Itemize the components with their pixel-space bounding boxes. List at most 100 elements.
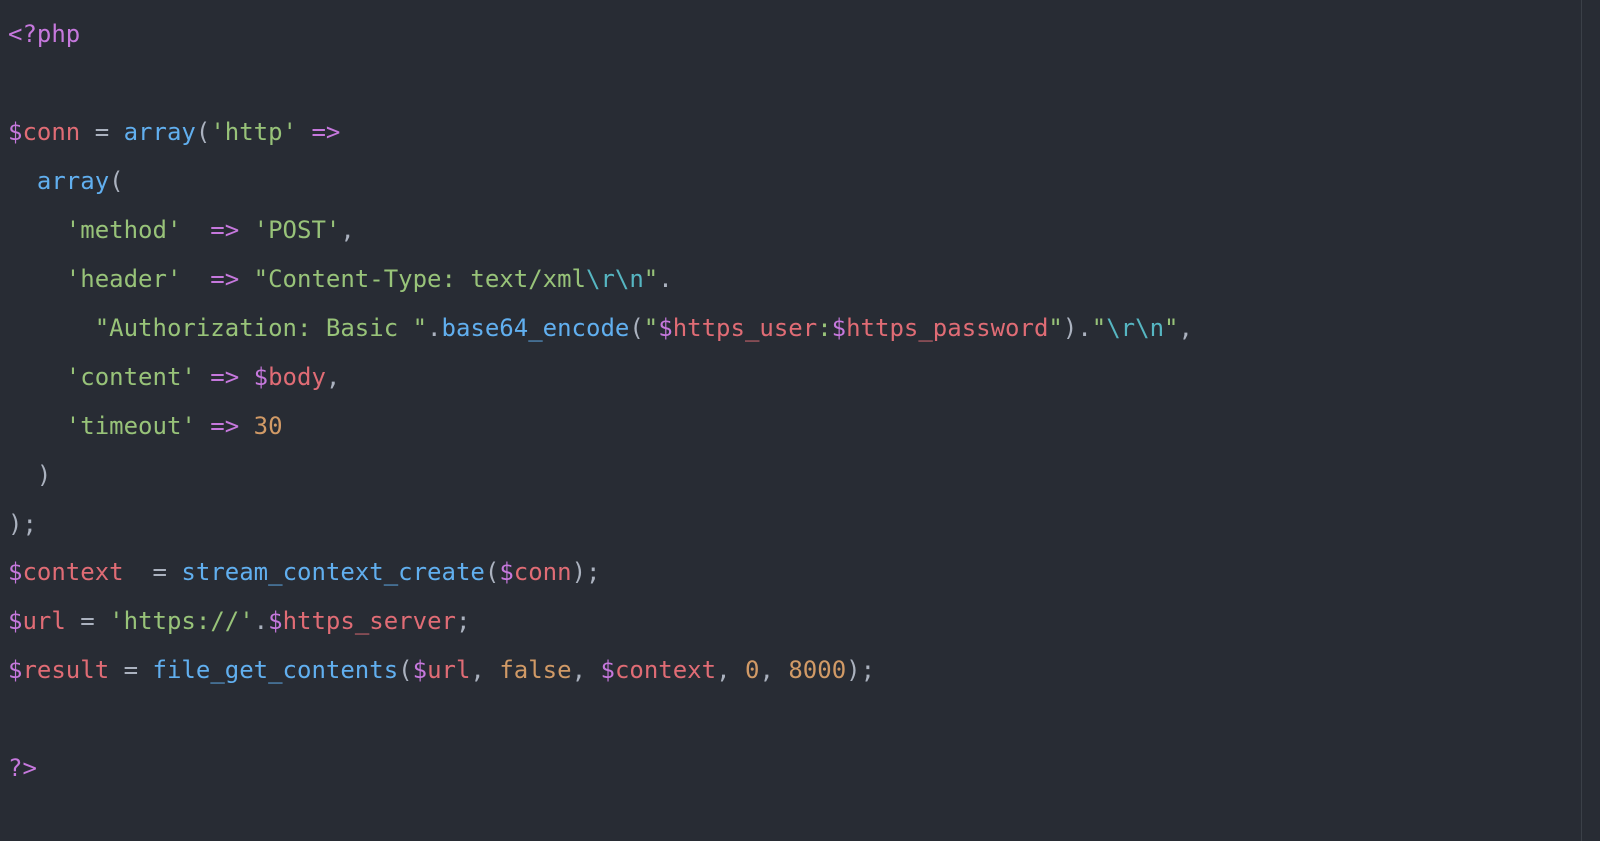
code-line: 'method' => 'POST', [8, 216, 355, 244]
variable: https_user [673, 314, 818, 342]
dollar-sign: $ [600, 656, 614, 684]
variable: conn [514, 558, 572, 586]
code-line: array( [8, 167, 124, 195]
function-call: file_get_contents [153, 656, 399, 684]
operator: = [80, 118, 123, 146]
code-line: ) [8, 461, 51, 489]
quote: " [1164, 314, 1178, 342]
code-line [8, 705, 22, 733]
comma: , [716, 656, 745, 684]
php-close-tag: ?> [8, 754, 37, 782]
variable: url [22, 607, 65, 635]
dollar-sign: $ [499, 558, 513, 586]
operator: = [66, 607, 109, 635]
paren: ); [846, 656, 875, 684]
arrow: => [210, 363, 239, 391]
string: 'https://' [109, 607, 254, 635]
dollar-sign: $ [832, 314, 846, 342]
code-line: $result = file_get_contents($url, false,… [8, 656, 875, 684]
paren: ) [1063, 314, 1077, 342]
indent [8, 216, 66, 244]
comma: , [470, 656, 499, 684]
indent [8, 314, 95, 342]
comma: , [340, 216, 354, 244]
comma: , [326, 363, 340, 391]
string: 'POST' [254, 216, 341, 244]
space [239, 363, 253, 391]
code-line: 'header' => "Content-Type: text/xml\r\n"… [8, 265, 673, 293]
string: Authorization: Basic [109, 314, 412, 342]
paren: ) [37, 461, 51, 489]
variable: https_password [846, 314, 1048, 342]
space [239, 412, 253, 440]
dollar-sign: $ [268, 607, 282, 635]
space [181, 216, 210, 244]
function-call: stream_context_create [181, 558, 484, 586]
variable: body [268, 363, 326, 391]
string: Content-Type: text/xml [268, 265, 586, 293]
code-line: ); [8, 510, 37, 538]
constant: false [499, 656, 571, 684]
quote: " [254, 265, 268, 293]
arrow: => [297, 118, 340, 146]
concat: . [254, 607, 268, 635]
quote: " [644, 314, 658, 342]
space [239, 216, 253, 244]
paren: ( [485, 558, 499, 586]
quote: " [644, 265, 658, 293]
function-call: base64_encode [442, 314, 630, 342]
dollar-sign: $ [254, 363, 268, 391]
dollar-sign: $ [8, 607, 22, 635]
space [196, 363, 210, 391]
dollar-sign: $ [8, 118, 22, 146]
editor-ruler [1581, 0, 1582, 841]
code-line: 'timeout' => 30 [8, 412, 283, 440]
concat: . [427, 314, 441, 342]
variable: result [22, 656, 109, 684]
number: 0 [745, 656, 759, 684]
code-line: $url = 'https://'.$https_server; [8, 607, 470, 635]
code-editor[interactable]: <?php $conn = array('http' => array( 'me… [0, 0, 1600, 803]
number: 30 [254, 412, 283, 440]
dollar-sign: $ [413, 656, 427, 684]
escape: \r\n [1106, 314, 1164, 342]
escape: \r\n [586, 265, 644, 293]
function-call: array [124, 118, 196, 146]
concat: . [1077, 314, 1091, 342]
indent [8, 363, 66, 391]
operator: = [109, 656, 152, 684]
variable: https_server [283, 607, 456, 635]
quote: " [1048, 314, 1062, 342]
quote: " [413, 314, 427, 342]
variable: url [427, 656, 470, 684]
dollar-sign: $ [658, 314, 672, 342]
function-call: array [37, 167, 109, 195]
variable: conn [22, 118, 80, 146]
code-line: $conn = array('http' => [8, 118, 340, 146]
indent [8, 461, 37, 489]
paren: ); [572, 558, 601, 586]
operator: = [153, 558, 182, 586]
string: 'timeout' [66, 412, 196, 440]
quote: " [95, 314, 109, 342]
space [239, 265, 253, 293]
dollar-sign: $ [8, 558, 22, 586]
indent [8, 265, 66, 293]
php-open-tag: <?php [8, 20, 80, 48]
code-line: "Authorization: Basic ".base64_encode("$… [8, 314, 1193, 342]
number: 8000 [788, 656, 846, 684]
quote: " [1092, 314, 1106, 342]
string: : [817, 314, 831, 342]
space [196, 412, 210, 440]
code-line: <?php [8, 20, 80, 48]
arrow: => [210, 265, 239, 293]
paren: ( [109, 167, 123, 195]
code-line: 'content' => $body, [8, 363, 340, 391]
variable: context [22, 558, 123, 586]
paren: ( [398, 656, 412, 684]
concat: . [658, 265, 672, 293]
code-line: $context = stream_context_create($conn); [8, 558, 600, 586]
dollar-sign: $ [8, 656, 22, 684]
paren: ( [196, 118, 210, 146]
string: 'header' [66, 265, 182, 293]
